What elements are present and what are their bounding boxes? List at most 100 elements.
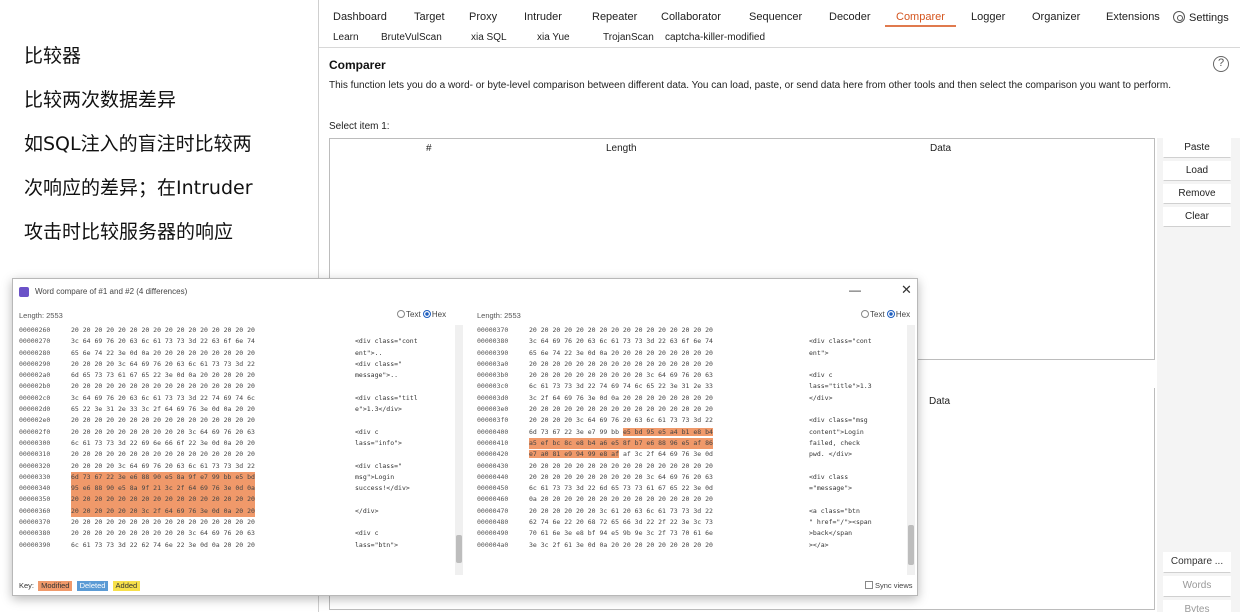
hex-bytes: 20 20 20 20 20 20 20 20 20 20 20 20 20 2… — [71, 518, 255, 527]
tab-target[interactable]: Target — [414, 10, 445, 23]
ext-tab-captcha-killer-modified[interactable]: captcha-killer-modified — [665, 32, 765, 43]
tab-organizer[interactable]: Organizer — [1032, 10, 1080, 23]
column-header-number[interactable]: # — [426, 143, 432, 154]
tab-extensions[interactable]: Extensions — [1106, 10, 1160, 23]
hex-ascii: <div class=" — [355, 461, 402, 470]
hex-row: 00000490 70 61 6e 3e e8 bf 94 e5 9b 9e 3c… — [475, 528, 917, 539]
left-hex-label: Hex — [431, 310, 447, 319]
hex-offset: 00000370 — [477, 326, 509, 334]
hex-row: 00000290 20 20 20 20 3c 64 69 76 20 63 6c… — [17, 359, 465, 370]
dialog-titlebar[interactable]: Word compare of #1 and #2 (4 differences… — [13, 279, 917, 305]
hex-row: 00000340 95 e6 88 90 e5 8a 9f 21 3c 2f 64… — [17, 483, 465, 495]
hex-ascii: <div class="msg — [809, 416, 868, 425]
compare-buttons: Compare ... Words Bytes — [1163, 552, 1240, 612]
hex-row: 00000370 20 20 20 20 20 20 20 20 20 20 20… — [17, 517, 465, 528]
hex-row: 00000370 20 20 20 20 20 20 20 20 20 20 20… — [475, 325, 917, 336]
hex-offset: 00000280 — [19, 348, 51, 357]
column-header-length[interactable]: Length — [606, 143, 637, 154]
tab-logger[interactable]: Logger — [971, 10, 1005, 23]
hex-offset: 00000330 — [19, 472, 51, 481]
settings-label: Settings — [1189, 12, 1229, 24]
sync-views-label: Sync views — [875, 581, 913, 590]
hex-offset: 000003e0 — [477, 405, 509, 414]
hex-offset: 00000370 — [19, 518, 51, 527]
hex-bytes: 3c 2f 64 69 76 3e 0d 0a 20 20 20 20 20 2… — [529, 393, 713, 402]
sync-views-checkbox[interactable] — [865, 581, 873, 589]
left-pane-header: Length: 2553 Text Hex — [17, 309, 465, 323]
hex-offset: 00000440 — [477, 472, 509, 481]
tab-sequencer[interactable]: Sequencer — [749, 10, 802, 23]
hex-offset: 000002d0 — [19, 405, 51, 414]
left-scrollbar[interactable] — [455, 325, 463, 575]
hex-bytes: 20 20 20 20 20 20 20 20 20 20 3c 64 69 7… — [529, 472, 713, 481]
column-header-data[interactable]: Data — [930, 143, 951, 154]
tab-decoder[interactable]: Decoder — [829, 10, 871, 23]
tab-dashboard[interactable]: Dashboard — [333, 10, 387, 23]
ext-tab-brutevulscan[interactable]: BruteVulScan — [381, 32, 442, 43]
hex-row: 00000390 6c 61 73 73 3d 22 62 74 6e 22 3e… — [17, 540, 465, 551]
left-hex-radio[interactable] — [422, 310, 431, 318]
hex-bytes-group1: e7 a0 81 e9 94 99 e8 af — [529, 450, 620, 459]
ext-tab-xia-sql[interactable]: xia SQL — [471, 32, 507, 43]
remove-button[interactable]: Remove — [1163, 184, 1231, 204]
minimize-icon[interactable]: — — [849, 283, 861, 297]
hex-bytes: 20 20 20 20 20 20 20 20 20 20 20 20 20 2… — [529, 326, 713, 334]
tab-settings[interactable]: Settings — [1173, 10, 1229, 24]
hex-bytes: 6d 73 67 22 3e e7 99 bb e5 bd 95 e5 a4 b… — [529, 427, 713, 438]
hex-row: 00000260 20 20 20 20 20 20 20 20 20 20 20… — [17, 325, 465, 336]
hex-ascii: message">.. — [355, 371, 399, 380]
hex-ascii: failed, check — [809, 438, 860, 447]
hex-ascii: <div c — [355, 427, 379, 436]
compare-words-button[interactable]: Words — [1163, 576, 1231, 597]
tab-collaborator[interactable]: Collaborator — [661, 10, 721, 23]
right-scrollbar[interactable] — [907, 325, 915, 575]
item1-buttons: Paste Load Remove Clear — [1163, 138, 1240, 230]
compare-bytes-button[interactable]: Bytes — [1163, 600, 1231, 612]
help-icon[interactable]: ? — [1213, 56, 1229, 72]
hex-bytes: 95 e6 88 90 e5 8a 9f 21 3c 2f 64 69 76 3… — [71, 483, 255, 495]
hex-offset: 00000380 — [19, 529, 51, 538]
hex-bytes: 3c 64 69 76 20 63 6c 61 73 73 3d 22 63 6… — [71, 337, 255, 346]
left-hex-view[interactable]: 00000260 20 20 20 20 20 20 20 20 20 20 20… — [17, 325, 465, 551]
hex-offset: 00000270 — [19, 337, 51, 346]
right-text-radio[interactable] — [861, 310, 869, 318]
left-compare-pane[interactable]: Length: 2553 Text Hex 00000260 20 20 20 2… — [17, 309, 465, 579]
hex-row: 000002a0 6d 65 73 73 61 67 65 22 3e 0d 0a… — [17, 370, 465, 381]
hex-row: 000002c0 3c 64 69 76 20 63 6c 61 73 73 3d… — [17, 393, 465, 404]
ext-tab-xia-yue[interactable]: xia Yue — [537, 32, 570, 43]
hex-offset: 000002c0 — [19, 393, 51, 402]
hex-bytes: 6d 73 67 22 3e e6 88 90 e5 8a 9f e7 99 b… — [71, 471, 255, 484]
hex-ascii: msg">Login — [355, 472, 395, 481]
hex-offset: 000003c0 — [477, 382, 509, 391]
right-compare-pane[interactable]: Length: 2553 Text Hex 00000370 20 20 20 2… — [475, 309, 917, 579]
hex-row: 000003f0 20 20 20 20 3c 64 69 76 20 63 6c… — [475, 415, 917, 426]
hex-bytes: 6c 61 73 73 3d 22 74 69 74 6c 65 22 3e 3… — [529, 382, 713, 391]
hex-offset: 00000260 — [19, 326, 51, 334]
hex-bytes: 20 20 20 20 20 20 20 20 20 20 3c 64 69 7… — [71, 529, 255, 538]
hex-bytes: 3c 64 69 76 20 63 6c 61 73 73 3d 22 63 6… — [529, 337, 713, 346]
page-description: This function lets you do a word- or byt… — [329, 80, 1171, 91]
tab-proxy[interactable]: Proxy — [469, 10, 497, 23]
right-hex-label: Hex — [895, 310, 911, 319]
ext-tab-learn[interactable]: Learn — [333, 32, 359, 43]
clear-button[interactable]: Clear — [1163, 207, 1231, 227]
page-title: Comparer — [329, 58, 386, 72]
hex-row: 00000360 20 20 20 20 20 20 3c 2f 64 69 76… — [17, 505, 465, 518]
hex-ascii: lass="title">1.3 — [809, 382, 872, 391]
right-scroll-thumb[interactable] — [908, 525, 914, 565]
right-hex-radio[interactable] — [886, 310, 895, 318]
left-scroll-thumb[interactable] — [456, 535, 462, 563]
close-icon[interactable]: ✕ — [901, 282, 912, 298]
hex-row: 00000420 e7 a0 81 e9 94 99 e8 af af 3c 2f… — [475, 449, 917, 460]
load-button[interactable]: Load — [1163, 161, 1231, 181]
tab-repeater[interactable]: Repeater — [592, 10, 637, 23]
ext-tab-trojanscan[interactable]: TrojanScan — [603, 32, 654, 43]
tab-intruder[interactable]: Intruder — [524, 10, 562, 23]
right-hex-view[interactable]: 00000370 20 20 20 20 20 20 20 20 20 20 20… — [475, 325, 917, 551]
legend-modified: Modified — [38, 581, 73, 591]
left-text-radio[interactable] — [397, 310, 405, 318]
item2-column-header-data[interactable]: Data — [929, 396, 950, 407]
sync-views-toggle[interactable]: Sync views — [865, 581, 913, 590]
paste-button[interactable]: Paste — [1163, 138, 1231, 158]
tab-comparer[interactable]: Comparer — [885, 10, 956, 27]
